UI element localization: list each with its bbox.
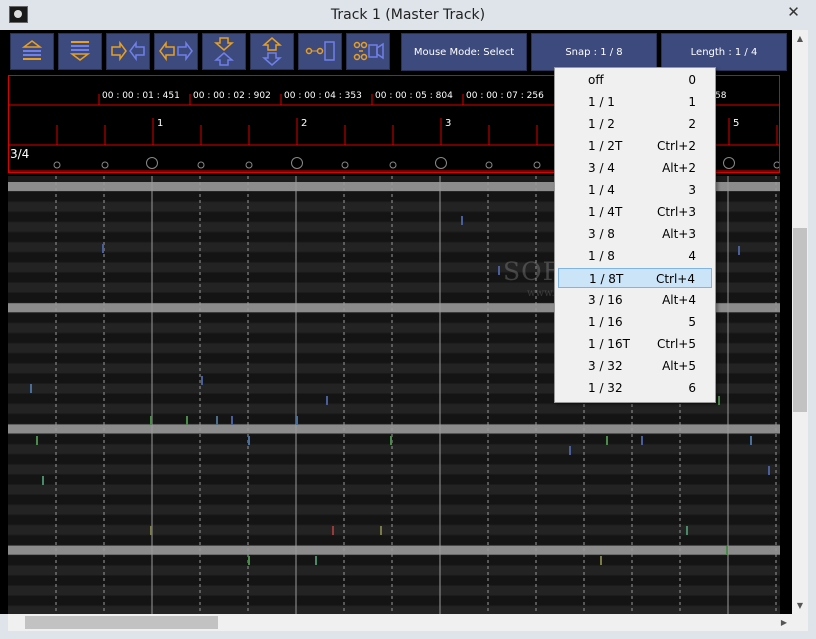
snap-menu-item-shortcut: 1 — [688, 95, 696, 109]
shrink-vertical-button[interactable] — [202, 33, 246, 70]
snap-menu-item-label: 1 / 16T — [588, 337, 630, 351]
snap-menu-item[interactable]: 1 / 4T Ctrl+3 — [558, 202, 712, 222]
snap-menu-item-shortcut: Ctrl+4 — [655, 272, 695, 286]
snap-menu-item-shortcut: Alt+2 — [662, 161, 696, 175]
expand-horizontal-button[interactable] — [154, 33, 198, 70]
title-bar: Track 1 (Master Track) ✕ — [0, 0, 816, 30]
expand-down-icon — [69, 41, 91, 61]
vertical-scroll-thumb[interactable] — [793, 228, 807, 412]
snap-menu-item-label: 1 / 4 — [588, 183, 615, 197]
snap-menu-item-shortcut: 5 — [688, 315, 696, 329]
snap-menu-item-shortcut: Ctrl+5 — [656, 337, 696, 351]
timestamp-label: 00 : 00 : 01 : 451 — [102, 91, 180, 101]
snap-menu-item-label: 3 / 32 — [588, 359, 623, 373]
loop-range-icon — [305, 41, 335, 61]
snap-menu-item-shortcut: 4 — [688, 249, 696, 263]
measure-number: 3 — [445, 118, 452, 129]
expand-vertical-button[interactable] — [250, 33, 294, 70]
window-title: Track 1 (Master Track) — [330, 7, 486, 23]
snap-menu-item-label: off — [588, 73, 604, 87]
snap-menu-item[interactable]: 1 / 1 1 — [558, 92, 712, 112]
snap-menu-item-label: 1 / 8 — [588, 249, 615, 263]
snap-menu-item[interactable]: 1 / 8 4 — [558, 246, 712, 266]
measure-number: 1 — [157, 118, 164, 129]
snap-menu-item-label: 1 / 8T — [589, 272, 624, 286]
snap-menu-item-label: 1 / 1 — [588, 95, 615, 109]
snap-menu-item-label: 1 / 2 — [588, 117, 615, 131]
scroll-right-arrow-icon[interactable]: ▶ — [776, 614, 792, 631]
shrink-horizontal-button[interactable] — [106, 33, 150, 70]
snap-menu-item[interactable]: 1 / 32 6 — [558, 378, 712, 398]
snap-menu-item-label: 1 / 32 — [588, 381, 623, 395]
snap-menu-item-shortcut: Alt+3 — [662, 227, 696, 241]
timestamp-label: 58 — [715, 91, 727, 101]
snap-menu-item-shortcut: 0 — [688, 73, 696, 87]
collapse-up-button[interactable] — [10, 33, 54, 70]
timestamp-label: 00 : 00 : 07 : 256 — [466, 91, 544, 101]
timestamp-label: 00 : 00 : 04 : 353 — [284, 91, 362, 101]
snap-menu-item-shortcut: 2 — [688, 117, 696, 131]
snap-menu-item-label: 3 / 16 — [588, 293, 623, 307]
snap-menu-item[interactable]: 1 / 16T Ctrl+5 — [558, 334, 712, 354]
measure-number: 5 — [733, 118, 740, 129]
snap-menu-item-shortcut: Ctrl+3 — [656, 205, 696, 219]
snap-menu-item[interactable]: 1 / 4 3 — [558, 180, 712, 200]
snap-button[interactable]: Snap : 1 / 8 — [531, 33, 657, 71]
snap-menu-item-label: 3 / 4 — [588, 161, 615, 175]
snap-menu-item-shortcut: 6 — [688, 381, 696, 395]
snap-menu-item-shortcut: Alt+5 — [662, 359, 696, 373]
expand-down-button[interactable] — [58, 33, 102, 70]
close-button[interactable]: ✕ — [777, 2, 810, 22]
snap-menu-item[interactable]: 3 / 8 Alt+3 — [558, 224, 712, 244]
snap-menu-item-label: 1 / 2T — [588, 139, 623, 153]
vertical-scrollbar[interactable]: ▲ ▼ — [792, 30, 808, 614]
snap-menu-item[interactable]: off 0 — [558, 70, 712, 90]
expand-vertical-icon — [262, 37, 282, 66]
scrollbar-corner — [792, 614, 808, 631]
snap-dropdown-menu: off 0 1 / 1 1 1 / 2 2 1 / 2T Ctrl+2 3 / 4 Alt+2 1 … — [554, 67, 716, 403]
snap-menu-item-label: 1 / 16 — [588, 315, 623, 329]
snap-menu-item-shortcut: 3 — [688, 183, 696, 197]
snap-menu-item[interactable]: 3 / 4 Alt+2 — [558, 158, 712, 178]
horizontal-scroll-thumb[interactable] — [25, 616, 218, 629]
snap-menu-item[interactable]: 1 / 2T Ctrl+2 — [558, 136, 712, 156]
snap-menu-item-label: 1 / 4T — [588, 205, 623, 219]
video-button[interactable] — [346, 33, 390, 70]
snap-menu-item[interactable]: 1 / 2 2 — [558, 114, 712, 134]
collapse-up-icon — [21, 40, 43, 60]
time-signature: 3/4 — [10, 147, 30, 161]
loop-range-button[interactable] — [298, 33, 342, 70]
timestamp-label: 00 : 00 : 02 : 902 — [193, 91, 271, 101]
scroll-down-arrow-icon[interactable]: ▼ — [792, 597, 808, 614]
snap-menu-item[interactable]: 1 / 8T Ctrl+4 — [558, 268, 712, 288]
horizontal-scrollbar[interactable]: ▶ — [8, 614, 792, 631]
shrink-horizontal-icon — [111, 40, 145, 62]
expand-horizontal-icon — [159, 40, 193, 62]
snap-menu-item[interactable]: 3 / 32 Alt+5 — [558, 356, 712, 376]
timestamp-label: 00 : 00 : 05 : 804 — [375, 91, 453, 101]
snap-menu-item-shortcut: Ctrl+2 — [656, 139, 696, 153]
snap-menu-item[interactable]: 3 / 16 Alt+4 — [558, 290, 712, 310]
shrink-vertical-icon — [214, 37, 234, 66]
length-button[interactable]: Length : 1 / 4 — [661, 33, 787, 71]
measure-number: 2 — [301, 118, 308, 129]
snap-menu-item-label: 3 / 8 — [588, 227, 615, 241]
snap-menu-item[interactable]: 1 / 16 5 — [558, 312, 712, 332]
mouse-mode-button[interactable]: Mouse Mode: Select — [401, 33, 527, 71]
film-video-icon — [353, 41, 384, 61]
snap-menu-item-shortcut: Alt+4 — [662, 293, 696, 307]
scroll-up-arrow-icon[interactable]: ▲ — [792, 30, 808, 47]
